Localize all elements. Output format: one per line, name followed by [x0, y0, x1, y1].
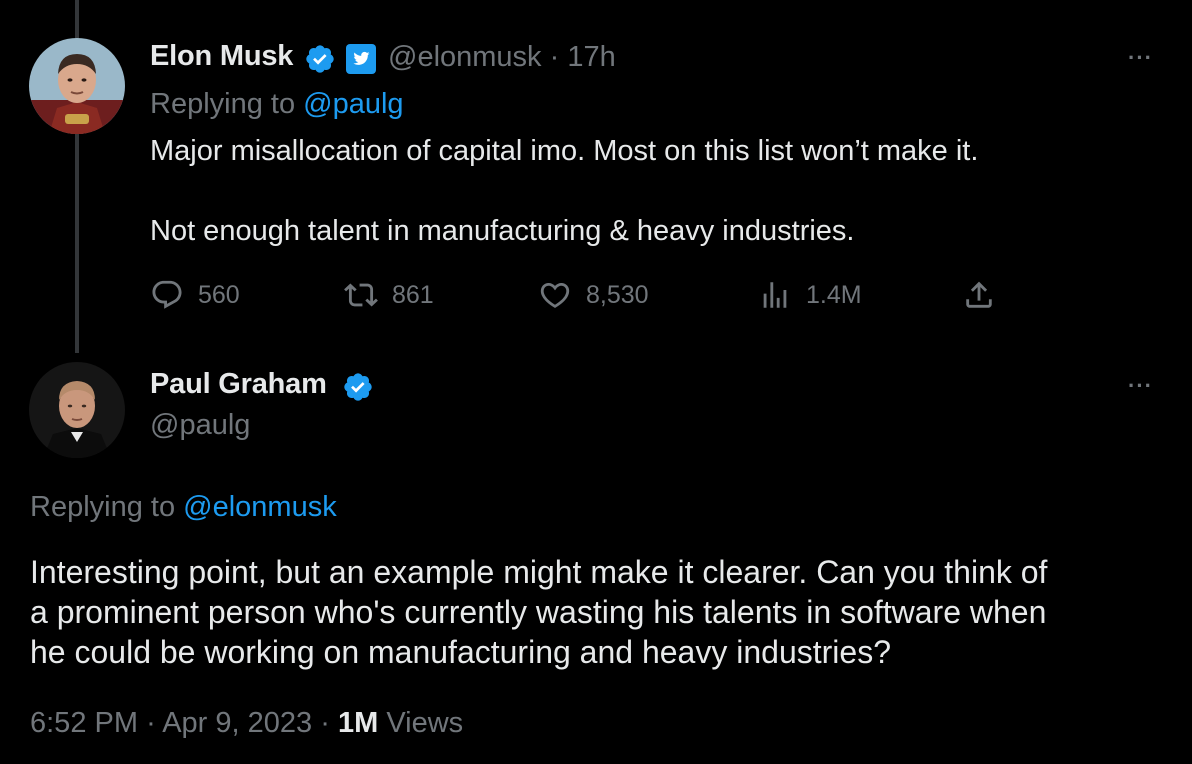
replying-to: Replying to @elonmusk [30, 491, 337, 524]
views-count: 1.4M [806, 280, 862, 309]
paul-avatar-image [29, 362, 125, 458]
more-icon[interactable]: ··· [1128, 45, 1153, 71]
author-handle-line: @elonmusk · 17h [388, 41, 616, 74]
tweet-meta: 6:52 PM · Apr 9, 2023 · 1M Views [30, 707, 463, 740]
author-handle[interactable]: @paulg [150, 409, 250, 442]
views-count: 1M [337, 707, 379, 739]
retweet-count: 861 [392, 280, 434, 309]
tweet-text-line: a prominent person who's currently wasti… [30, 594, 1047, 630]
replying-prefix: Replying to [30, 491, 184, 523]
avatar[interactable] [29, 362, 125, 458]
tweet-date[interactable]: Apr 9, 2023 [162, 707, 312, 739]
like-button[interactable]: 8,530 [538, 278, 649, 312]
tweet-text-line: Major misallocation of capital imo. Most… [150, 135, 979, 167]
share-icon [966, 281, 992, 308]
tweet-text-line: Interesting point, but an example might … [30, 554, 1048, 590]
retweet-button[interactable]: 861 [344, 278, 434, 312]
views-button[interactable]: 1.4M [758, 278, 862, 312]
retweet-icon [344, 283, 378, 307]
tweet-time[interactable]: 17h [567, 41, 615, 73]
author-name[interactable]: Paul Graham [150, 368, 327, 401]
views-label: Views [386, 707, 464, 739]
replying-to: Replying to @paulg [150, 88, 404, 121]
verified-badge-icon [342, 371, 374, 408]
avatar[interactable] [29, 38, 125, 134]
reply-button[interactable]: 560 [150, 278, 240, 312]
elon-avatar-image [29, 38, 125, 134]
like-count: 8,530 [586, 280, 649, 309]
replying-prefix: Replying to [150, 88, 304, 120]
more-icon[interactable]: ··· [1128, 373, 1153, 399]
share-button[interactable] [962, 278, 996, 312]
views-icon [763, 282, 787, 308]
separator: · [320, 707, 330, 739]
author-name[interactable]: Elon Musk [150, 40, 293, 73]
tweet-text-line: Not enough talent in manufacturing & hea… [150, 215, 855, 247]
replying-to-link[interactable]: @elonmusk [183, 491, 337, 523]
separator: · [549, 41, 560, 73]
twitter-blue-icon [346, 44, 376, 79]
separator: · [146, 707, 156, 739]
heart-icon [540, 282, 570, 308]
tweet-text-line: he could be working on manufacturing and… [30, 634, 891, 670]
reply-count: 560 [198, 280, 240, 309]
author-handle[interactable]: @elonmusk [388, 41, 542, 73]
tweet-time[interactable]: 6:52 PM [30, 707, 138, 739]
replying-to-link[interactable]: @paulg [303, 88, 403, 120]
verified-badge-icon [304, 43, 336, 80]
reply-icon [152, 280, 182, 309]
